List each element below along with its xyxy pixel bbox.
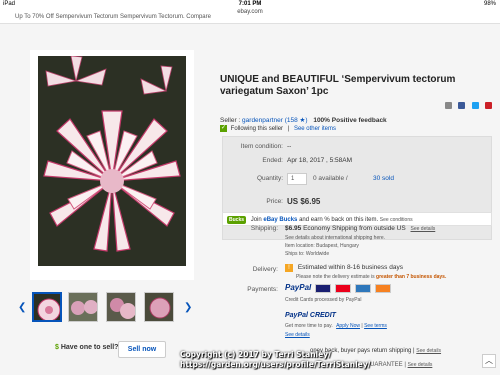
amex-icon <box>354 283 371 293</box>
chevron-right-icon[interactable]: ❯ <box>184 302 192 313</box>
bucks-brand-link[interactable]: eBay Bucks <box>263 217 297 223</box>
delivery-line: ! Estimated within 8-16 business days <box>285 264 403 272</box>
guarantee-text: UARANTEE <box>370 362 403 368</box>
ended-value: Apr 18, 2017 , 5:58AM <box>287 157 353 164</box>
sold-count-link[interactable]: 30 sold <box>373 175 394 182</box>
dollar-icon: $ <box>55 344 59 351</box>
discover-icon <box>374 283 391 293</box>
main-image-frame[interactable] <box>30 50 194 280</box>
delivery-estimate: Estimated within 8-16 business days <box>297 264 403 271</box>
cards-note: Credit Cards processed by PayPal <box>285 297 362 303</box>
clock: 7:01 PM <box>238 1 262 7</box>
sell-now-button[interactable]: Sell now <box>118 341 166 358</box>
guarantee-line: UARANTEE | See details <box>370 362 433 368</box>
seller-label: Seller : <box>220 117 241 124</box>
mastercard-icon <box>334 283 351 293</box>
feedback-count[interactable]: (158 ★) <box>285 117 308 124</box>
bucks-logo: Bucks <box>227 216 247 224</box>
shipping-label: Shipping: <box>250 225 278 232</box>
payments-see-details: See details <box>285 332 310 338</box>
follow-row: ✓ Following this seller | See other item… <box>220 125 336 133</box>
thumbnail-strip: ❮ ❯ <box>18 290 194 328</box>
payment-methods: PayPal <box>285 283 391 293</box>
thumbnail[interactable] <box>106 292 136 322</box>
browser-bar: Up To 70% Off Sempervivum Tectorum Sempe… <box>0 9 500 24</box>
item-location: Item location: Budapest, Hungary <box>285 243 359 249</box>
feedback-percent: 100% Positive feedback <box>313 117 387 124</box>
thumbnail[interactable] <box>68 292 98 322</box>
shipping-line: $6.95 Economy Shipping from outside US S… <box>285 225 435 232</box>
quantity-input[interactable]: 1 <box>287 173 307 185</box>
email-icon[interactable] <box>444 102 452 109</box>
bucks-text-post: and earn % back on this item. <box>299 217 379 223</box>
sell-prompt: $ Have one to sell? <box>55 344 118 351</box>
copyright-watermark: Copyright (c) 2017 by Terri Stanley/ htt… <box>180 350 370 370</box>
apply-now-link[interactable]: Apply Now <box>336 323 360 329</box>
thumbnail[interactable] <box>144 292 174 322</box>
listing-title: UNIQUE and BEAUTIFUL ‘Sempervivum tector… <box>220 74 456 97</box>
shipping-details-link[interactable]: See details <box>411 226 436 232</box>
delivery-note: Please note the delivery estimate is gre… <box>296 274 446 280</box>
twitter-icon[interactable] <box>471 102 479 109</box>
ebay-bucks-banner: Bucks Join eBay Bucks and earn % back on… <box>222 212 492 226</box>
paypal-logo: PayPal <box>285 283 312 292</box>
paypal-credit-logo: PayPal CREDIT <box>285 312 336 319</box>
condition-value: -- <box>287 143 292 150</box>
credit-text: Get more time to pay. <box>285 323 333 329</box>
share-icons <box>443 96 492 114</box>
shipping-price: $6.95 <box>285 225 302 232</box>
visa-icon <box>315 283 332 293</box>
pinterest-icon[interactable] <box>485 102 492 109</box>
thumbnail[interactable] <box>32 292 62 322</box>
watermark-line1: Copyright (c) 2017 by Terri Stanley/ <box>180 350 331 359</box>
product-photo[interactable] <box>38 56 186 266</box>
condition-label: Item condition: <box>240 143 283 150</box>
facebook-icon[interactable] <box>458 102 466 109</box>
ended-label: Ended: <box>262 157 283 164</box>
seller-name-link[interactable]: gardenpartner <box>242 117 283 124</box>
watermark-line2: https://garden.org/users/profile/TerriSt… <box>180 360 371 369</box>
delivery-icon: ! <box>285 264 293 272</box>
payments-details-link[interactable]: See details <box>285 332 310 338</box>
shipping-desc: Economy Shipping from outside US <box>303 225 406 232</box>
listing-page: ❮ ❯ UNIQUE and BEAUTIFUL ‘Sempervivum te… <box>0 24 500 375</box>
see-terms-link[interactable]: See terms <box>364 323 387 329</box>
guarantee-details-link[interactable]: See details <box>408 362 433 368</box>
url-field[interactable]: ebay.com <box>0 9 500 15</box>
price-value: US $6.95 <box>287 197 321 206</box>
delivery-note-highlight: greater than 7 business days. <box>376 274 447 280</box>
intl-shipping-note: See details about international shipping… <box>285 235 386 241</box>
credit-line: Get more time to pay. Apply Now | See te… <box>285 323 387 329</box>
seller-info: Seller : gardenpartner (158 ★) 100% Posi… <box>220 116 387 124</box>
scroll-top-icon[interactable]: ︿ <box>482 354 496 368</box>
ships-to: Ships to: Worldwide <box>285 251 330 257</box>
following-label: Following this seller <box>230 126 284 133</box>
sell-question: Have one to sell? <box>60 344 119 351</box>
see-other-items-link[interactable]: See other items <box>294 126 336 132</box>
returns-details-link[interactable]: See details <box>416 348 441 354</box>
quantity-label: Quantity: <box>256 175 283 182</box>
delivery-label: Delivery: <box>252 266 278 273</box>
check-icon[interactable]: ✓ <box>220 125 227 132</box>
bucks-text-pre: Join <box>250 217 262 223</box>
payments-label: Payments: <box>247 286 278 293</box>
available-count: 0 available / <box>313 175 348 182</box>
price-label: Price: <box>266 198 283 205</box>
chevron-left-icon[interactable]: ❮ <box>18 302 26 313</box>
see-conditions-link[interactable]: See conditions <box>380 217 413 223</box>
delivery-note-text: Please note the delivery estimate is <box>296 274 375 280</box>
battery-level: 98% <box>483 1 496 7</box>
